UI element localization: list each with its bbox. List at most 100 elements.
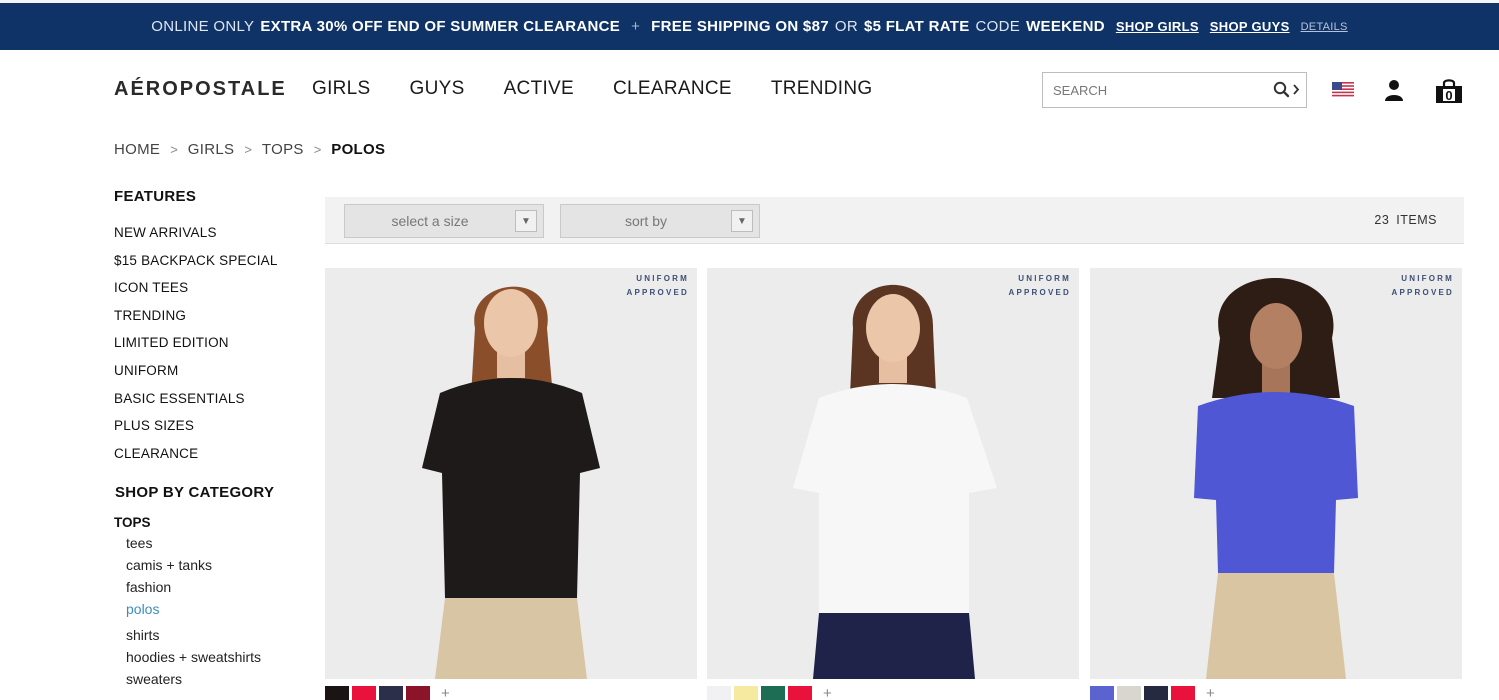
features-heading: FEATURES	[114, 188, 197, 205]
product-toolbar: select a size ▼ sort by ▼ 23 ITEMS	[325, 197, 1464, 244]
promo-free-shipping: FREE SHIPPING ON $87	[651, 18, 829, 35]
nav-guys[interactable]: GUYS	[410, 78, 465, 100]
breadcrumb-separator: >	[244, 142, 252, 157]
nav-girls[interactable]: GIRLS	[312, 78, 371, 100]
promo-or: OR	[834, 18, 858, 35]
breadcrumb-current: POLOS	[331, 141, 386, 158]
search-input[interactable]	[1043, 73, 1268, 107]
breadcrumb-home[interactable]: HOME	[114, 141, 160, 158]
color-swatch[interactable]	[352, 686, 376, 700]
bag-count: 0	[1445, 88, 1453, 103]
more-colors-button[interactable]: +	[823, 686, 832, 700]
subcategory-sweaters[interactable]: sweaters	[126, 668, 304, 690]
product-image	[1090, 268, 1462, 679]
promo-offer: EXTRA 30% OFF END OF SUMMER CLEARANCE	[260, 18, 621, 35]
sidebar-item-clearance[interactable]: CLEARANCE	[114, 440, 304, 468]
nav-clearance[interactable]: CLEARANCE	[613, 78, 732, 100]
face	[866, 294, 920, 362]
items-count-number: 23	[1374, 213, 1390, 227]
face	[484, 289, 538, 357]
breadcrumb-separator: >	[313, 142, 322, 157]
sidebar-item-backpack-special[interactable]: $15 BACKPACK SPECIAL	[114, 247, 304, 275]
shop-by-category-heading: SHOP BY CATEGORY	[115, 484, 275, 502]
badge-line2: APPROVED	[626, 288, 689, 297]
promo-plus: +	[631, 18, 641, 35]
promo-online-only: ONLINE ONLY	[151, 18, 255, 35]
sidebar-item-trending[interactable]: TRENDING	[114, 302, 304, 330]
main-nav: GIRLS GUYS ACTIVE CLEARANCE TRENDING	[312, 78, 911, 100]
sidebar: FEATURES NEW ARRIVALS $15 BACKPACK SPECI…	[114, 188, 304, 690]
items-count: 23 ITEMS	[1374, 213, 1437, 227]
us-flag-icon[interactable]	[1332, 82, 1354, 97]
color-swatch[interactable]	[325, 686, 349, 700]
nav-active[interactable]: ACTIVE	[504, 78, 574, 100]
sort-select[interactable]: sort by ▼	[560, 204, 760, 238]
category-tops[interactable]: TOPS	[114, 515, 304, 530]
product-card[interactable]: UNIFORM APPROVED	[325, 268, 697, 679]
subcategory-hoodies-sweatshirts[interactable]: hoodies + sweatshirts	[126, 646, 304, 668]
subcategory-shirts[interactable]: shirts	[126, 624, 304, 646]
nav-trending[interactable]: TRENDING	[771, 78, 873, 100]
sidebar-item-new-arrivals[interactable]: NEW ARRIVALS	[114, 219, 304, 247]
badge-line2: APPROVED	[1008, 288, 1071, 297]
subcategory-polos[interactable]: polos	[126, 598, 304, 620]
color-swatches: +	[325, 686, 450, 700]
features-list: NEW ARRIVALS $15 BACKPACK SPECIAL ICON T…	[114, 219, 304, 467]
promo-flat-rate: $5 FLAT RATE	[863, 18, 970, 35]
color-swatch[interactable]	[734, 686, 758, 700]
color-swatch[interactable]	[1171, 686, 1195, 700]
uniform-approved-badge: UNIFORM APPROVED	[1009, 272, 1072, 300]
uniform-approved-badge: UNIFORM APPROVED	[1392, 272, 1455, 300]
sidebar-item-limited-edition[interactable]: LIMITED EDITION	[114, 329, 304, 357]
color-swatch[interactable]	[406, 686, 430, 700]
search-button[interactable]	[1268, 73, 1306, 107]
logo[interactable]: AÉROPOSTALE	[114, 78, 287, 101]
shirt	[793, 384, 997, 613]
sort-select-label: sort by	[624, 213, 667, 229]
size-select[interactable]: select a size ▼	[344, 204, 544, 238]
more-colors-button[interactable]: +	[441, 686, 450, 700]
breadcrumb-girls[interactable]: GIRLS	[188, 141, 235, 158]
sidebar-item-uniform[interactable]: UNIFORM	[114, 357, 304, 385]
breadcrumb: HOME > GIRLS > TOPS > POLOS	[114, 141, 385, 158]
color-swatch[interactable]	[788, 686, 812, 700]
account-icon[interactable]	[1383, 79, 1405, 101]
color-swatches: +	[1090, 686, 1215, 700]
subcategory-camis-tanks[interactable]: camis + tanks	[126, 554, 304, 576]
badge-line1: UNIFORM	[636, 274, 689, 283]
color-swatch[interactable]	[707, 686, 731, 700]
badge-line1: UNIFORM	[1018, 274, 1071, 283]
shop-guys-link[interactable]: SHOP GUYS	[1210, 19, 1290, 34]
face	[1250, 303, 1302, 369]
tops-subcategory-list: tees camis + tanks fashion polos shirts …	[126, 532, 304, 690]
subcategory-fashion[interactable]: fashion	[126, 576, 304, 598]
more-colors-button[interactable]: +	[1206, 686, 1215, 700]
items-count-label: ITEMS	[1396, 213, 1437, 227]
product-image	[325, 268, 697, 679]
color-swatch[interactable]	[379, 686, 403, 700]
pants	[813, 613, 975, 679]
product-card[interactable]: UNIFORM APPROVED	[707, 268, 1079, 679]
color-swatch[interactable]	[1117, 686, 1141, 700]
chevron-down-icon: ▼	[515, 210, 537, 232]
sidebar-item-plus-sizes[interactable]: PLUS SIZES	[114, 412, 304, 440]
sidebar-item-icon-tees[interactable]: ICON TEES	[114, 274, 304, 302]
search-box	[1042, 72, 1307, 108]
chevron-down-icon: ▼	[731, 210, 753, 232]
uniform-approved-badge: UNIFORM APPROVED	[627, 272, 690, 300]
shop-girls-link[interactable]: SHOP GIRLS	[1116, 19, 1199, 34]
search-icon	[1273, 81, 1300, 98]
badge-line2: APPROVED	[1391, 288, 1454, 297]
pants	[435, 598, 587, 679]
color-swatch[interactable]	[761, 686, 785, 700]
product-card[interactable]: UNIFORM APPROVED	[1090, 268, 1462, 679]
subcategory-tees[interactable]: tees	[126, 532, 304, 554]
product-image	[707, 268, 1079, 679]
breadcrumb-tops[interactable]: TOPS	[262, 141, 304, 158]
sidebar-item-basic-essentials[interactable]: BASIC ESSENTIALS	[114, 385, 304, 413]
details-link[interactable]: DETAILS	[1301, 21, 1348, 33]
color-swatch[interactable]	[1090, 686, 1114, 700]
shopping-bag-button[interactable]: 0	[1435, 78, 1463, 104]
badge-line1: UNIFORM	[1401, 274, 1454, 283]
color-swatch[interactable]	[1144, 686, 1168, 700]
